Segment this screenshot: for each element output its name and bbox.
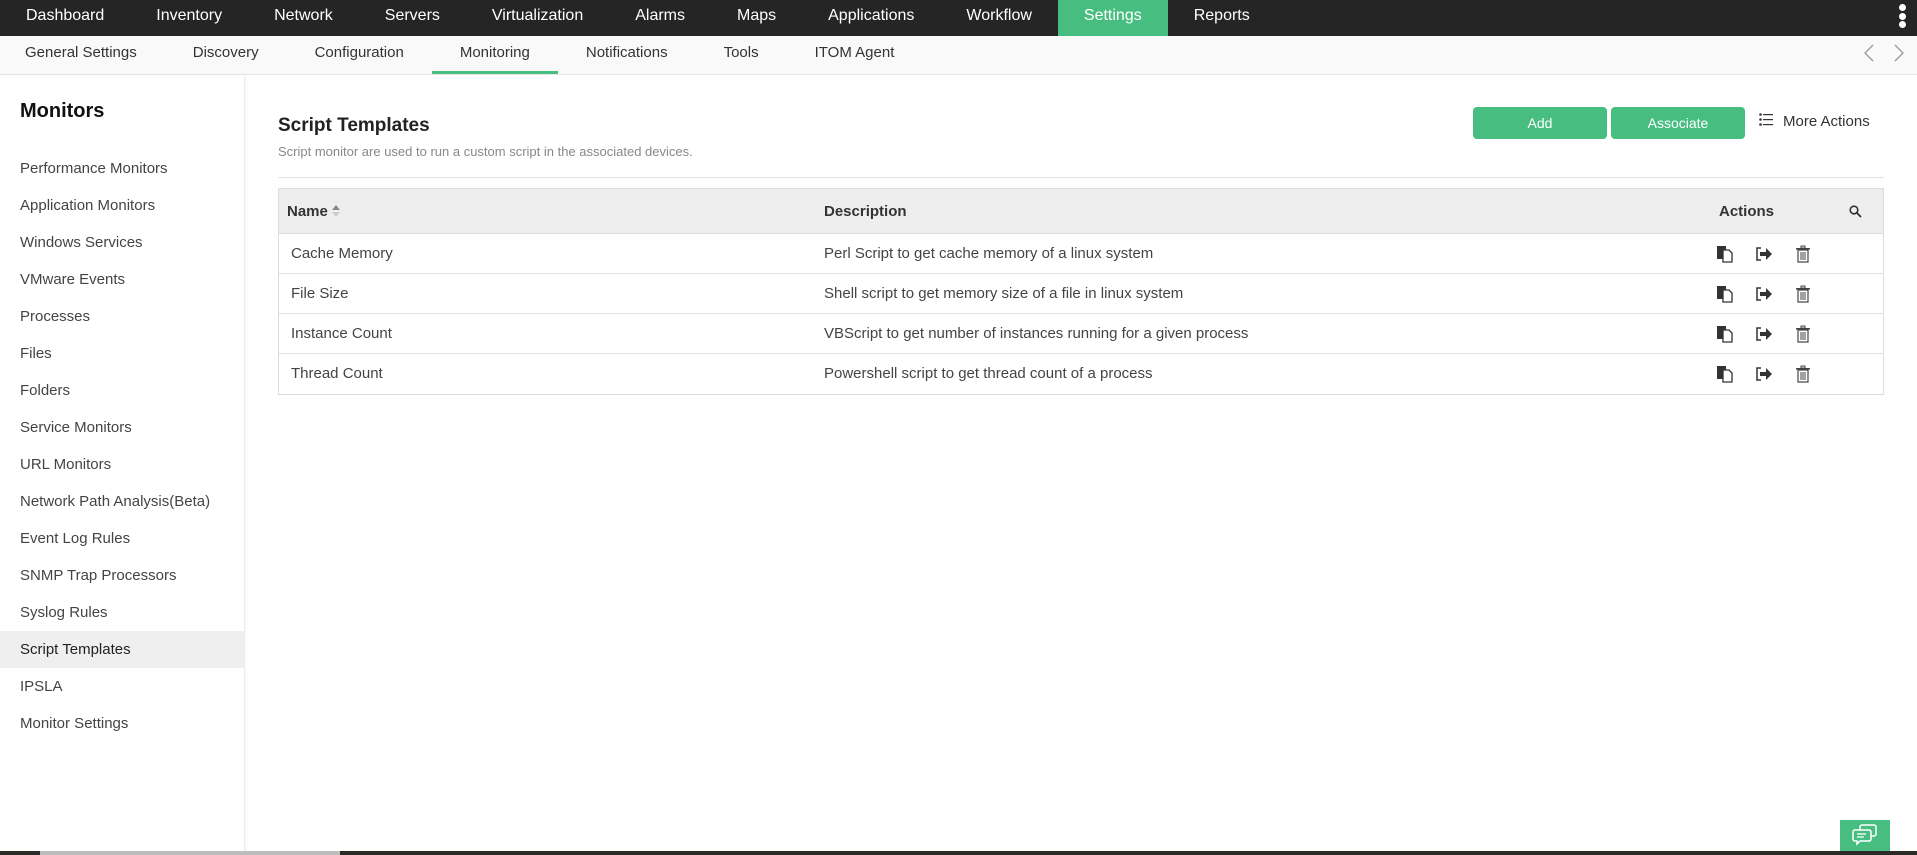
page-title: Script Templates (278, 115, 430, 136)
nav-settings[interactable]: Settings (1057, 0, 1168, 36)
script-templates-table: Name Description Actions Cache Memory Pe… (278, 188, 1884, 395)
nav-virtualization[interactable]: Virtualization (466, 0, 609, 36)
table-row[interactable]: File Size Shell script to get memory siz… (279, 274, 1883, 314)
chat-button[interactable] (1840, 820, 1890, 855)
sidebar-item-vmware-events[interactable]: VMware Events (0, 261, 245, 298)
tab-configuration[interactable]: Configuration (287, 36, 432, 74)
search-icon[interactable] (1849, 204, 1862, 218)
delete-icon[interactable] (1794, 245, 1812, 263)
kebab-dot (1898, 21, 1906, 28)
nav-servers[interactable]: Servers (359, 0, 466, 36)
tab-monitoring[interactable]: Monitoring (431, 36, 558, 74)
chat-icon (1852, 824, 1878, 851)
nav-applications[interactable]: Applications (802, 0, 940, 36)
sidebar-title: Monitors (20, 100, 105, 122)
associate-button[interactable]: Associate (1611, 107, 1745, 139)
copy-icon[interactable] (1716, 325, 1734, 343)
delete-icon[interactable] (1794, 325, 1812, 343)
table-row[interactable]: Thread Count Powershell script to get th… (279, 354, 1883, 394)
tab-itom-agent[interactable]: ITOM Agent (787, 36, 923, 74)
nav-alarms[interactable]: Alarms (609, 0, 711, 36)
scrollbar-thumb[interactable] (40, 851, 340, 855)
tab-discovery[interactable]: Discovery (165, 36, 287, 74)
tab-general-settings[interactable]: General Settings (0, 36, 165, 74)
nav-workflow[interactable]: Workflow (940, 0, 1058, 36)
more-actions-label: More Actions (1783, 113, 1870, 130)
tab-tools[interactable]: Tools (696, 36, 787, 74)
copy-icon[interactable] (1716, 245, 1734, 263)
list-icon (1759, 113, 1773, 130)
kebab-menu-icon[interactable] (1897, 4, 1907, 28)
sidebar-item-performance-monitors[interactable]: Performance Monitors (0, 150, 245, 187)
sidebar-item-ipsla[interactable]: IPSLA (0, 668, 245, 705)
row-name: Thread Count (291, 365, 383, 382)
copy-icon[interactable] (1716, 285, 1734, 303)
row-actions (1716, 314, 1812, 354)
nav-dashboard[interactable]: Dashboard (0, 0, 130, 36)
nav-reports[interactable]: Reports (1168, 0, 1276, 36)
sidebar-item-service-monitors[interactable]: Service Monitors (0, 409, 245, 446)
row-name: Instance Count (291, 325, 392, 342)
more-actions-button[interactable]: More Actions (1759, 113, 1870, 130)
column-header-name[interactable]: Name (287, 203, 340, 220)
row-name: File Size (291, 285, 349, 302)
sidebar-item-event-log-rules[interactable]: Event Log Rules (0, 520, 245, 557)
sidebar-item-network-path-analysis[interactable]: Network Path Analysis(Beta) (0, 483, 245, 520)
associate-icon[interactable] (1755, 365, 1773, 383)
sidebar-item-url-monitors[interactable]: URL Monitors (0, 446, 245, 483)
sidebar-item-script-templates[interactable]: Script Templates (0, 631, 245, 668)
top-navigation: Dashboard Inventory Network Servers Virt… (0, 0, 1917, 36)
column-header-actions: Actions (1719, 202, 1775, 220)
delete-icon[interactable] (1794, 365, 1812, 383)
sidebar-item-application-monitors[interactable]: Application Monitors (0, 187, 245, 224)
sidebar: Monitors Performance Monitors Applicatio… (0, 76, 245, 855)
add-button[interactable]: Add (1473, 107, 1607, 139)
divider (278, 177, 1884, 178)
row-name: Cache Memory (291, 245, 393, 262)
chevron-right-icon[interactable] (1891, 42, 1907, 64)
row-description: Perl Script to get cache memory of a lin… (824, 245, 1154, 262)
sub-navigation: General Settings Discovery Configuration… (0, 36, 1917, 75)
table-row[interactable]: Cache Memory Perl Script to get cache me… (279, 234, 1883, 274)
nav-network[interactable]: Network (248, 0, 359, 36)
sidebar-item-syslog-rules[interactable]: Syslog Rules (0, 594, 245, 631)
tab-notifications[interactable]: Notifications (558, 36, 696, 74)
delete-icon[interactable] (1794, 285, 1812, 303)
nav-inventory[interactable]: Inventory (130, 0, 248, 36)
sort-icon[interactable] (331, 205, 340, 217)
sidebar-item-monitor-settings[interactable]: Monitor Settings (0, 705, 245, 742)
tab-scroll-arrows (1861, 36, 1917, 69)
table-header: Name Description Actions (279, 189, 1883, 234)
row-description: VBScript to get number of instances runn… (824, 325, 1249, 342)
nav-maps[interactable]: Maps (711, 0, 802, 36)
associate-icon[interactable] (1755, 285, 1773, 303)
column-header-description: Description (824, 202, 907, 220)
kebab-dot (1898, 4, 1906, 11)
sidebar-item-folders[interactable]: Folders (0, 372, 245, 409)
sidebar-item-processes[interactable]: Processes (0, 298, 245, 335)
copy-icon[interactable] (1716, 365, 1734, 383)
table-row[interactable]: Instance Count VBScript to get number of… (279, 314, 1883, 354)
column-name-label: Name (287, 202, 328, 220)
row-description: Powershell script to get thread count of… (824, 365, 1153, 382)
horizontal-scrollbar[interactable] (0, 851, 1917, 855)
sidebar-item-snmp-trap-processors[interactable]: SNMP Trap Processors (0, 557, 245, 594)
row-actions (1716, 354, 1812, 394)
kebab-dot (1898, 12, 1906, 20)
sidebar-item-files[interactable]: Files (0, 335, 245, 372)
sidebar-item-windows-services[interactable]: Windows Services (0, 224, 245, 261)
associate-icon[interactable] (1755, 325, 1773, 343)
row-actions (1716, 274, 1812, 314)
sidebar-list: Performance Monitors Application Monitor… (0, 150, 245, 742)
associate-icon[interactable] (1755, 245, 1773, 263)
chevron-left-icon[interactable] (1861, 42, 1877, 64)
row-description: Shell script to get memory size of a fil… (824, 285, 1184, 302)
row-actions (1716, 234, 1812, 274)
page-description: Script monitor are used to run a custom … (278, 144, 693, 159)
